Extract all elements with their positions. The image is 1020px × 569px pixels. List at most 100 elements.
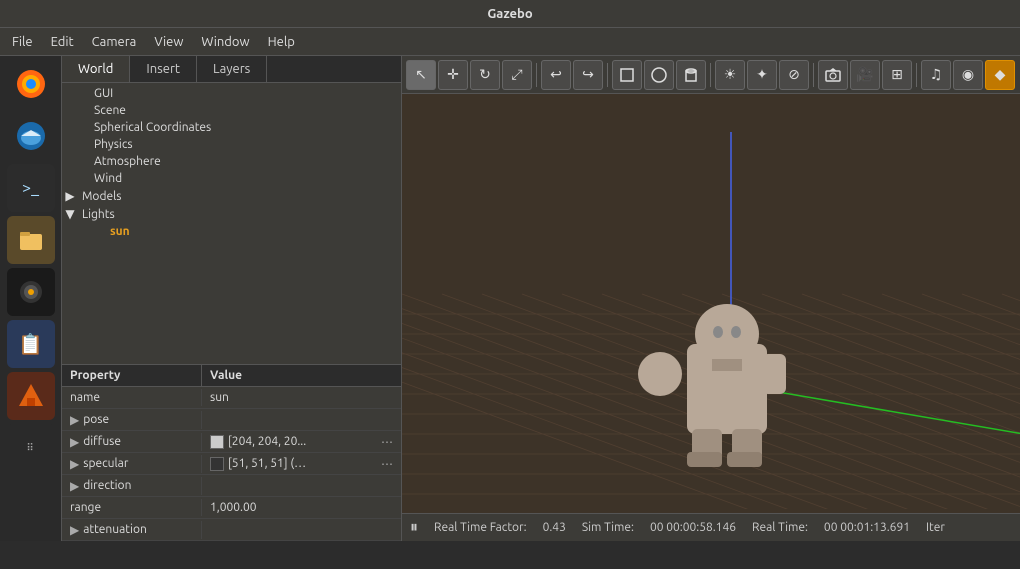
prop-arrow-direction: ▶ [70,479,79,493]
tool-translate[interactable]: ✛ [438,60,468,90]
tool-audio[interactable]: ♫ [921,60,951,90]
tree-item-atmosphere[interactable]: Atmosphere [62,153,401,170]
sidebar-icon-notes[interactable]: 📋 [7,320,55,368]
sidebar-icon-thunderbird[interactable] [7,112,55,160]
tab-layers[interactable]: Layers [197,56,267,82]
tool-spot-light[interactable]: ✦ [747,60,777,90]
tree-item-models[interactable]: ▶ Models [62,187,401,205]
sidebar-icon-firefox[interactable] [7,60,55,108]
specular-swatch [210,457,224,471]
tabs: World Insert Layers [62,56,401,83]
prop-row-direction[interactable]: ▶ direction [62,475,401,497]
tool-scale[interactable]: ⤢ [502,60,532,90]
main-area: >_ 📋 ⠿ [0,56,1020,541]
tool-cylinder[interactable] [676,60,706,90]
sep5 [916,63,917,87]
viewport-toolbar: ↖ ✛ ↻ ⤢ ↩ ↪ ☀ ✦ ⊘ 🎥 [402,56,1020,94]
menu-window[interactable]: Window [193,33,257,51]
prop-direction-label: direction [83,479,131,492]
sidebar-icon-audio[interactable] [7,268,55,316]
diffuse-expand-icon: ⋯ [381,435,393,449]
sidebar-icon-apps[interactable]: ⠿ [7,424,55,472]
tool-box[interactable] [612,60,642,90]
prop-value-name: sun [210,391,229,404]
menu-view[interactable]: View [146,33,191,51]
tree-arrow-models: ▶ [62,189,78,203]
tool-point-light[interactable]: ☀ [715,60,745,90]
real-time-value: 00 00:01:13.691 [824,521,910,534]
prop-diffuse-label: diffuse [83,435,121,448]
sidebar-icon-files[interactable] [7,216,55,264]
left-panel: World Insert Layers GUI Scene Spherical … [62,56,402,541]
tree-item-sun[interactable]: sun [62,223,401,240]
status-bar: ⏸ Real Time Factor: 0.43 Sim Time: 00 00… [402,513,1020,541]
prop-attenuation-label: attenuation [83,523,147,536]
menu-file[interactable]: File [4,33,41,51]
prop-arrow-specular: ▶ [70,457,79,471]
tree-item-lights[interactable]: ▼ Lights [62,205,401,223]
pause-button[interactable]: ⏸ [410,518,418,537]
tool-undo[interactable]: ↩ [541,60,571,90]
tool-grid[interactable]: ⊞ [882,60,912,90]
iter-label: Iter [926,521,945,534]
tab-insert[interactable]: Insert [130,56,197,82]
tool-camera2[interactable]: 🎥 [850,60,880,90]
sep3 [710,63,711,87]
tool-highlight[interactable]: ◆ [985,60,1015,90]
sidebar-icon-app6[interactable] [7,372,55,420]
world-tree: GUI Scene Spherical Coordinates Physics … [62,83,401,364]
prop-row-name[interactable]: name sun [62,387,401,409]
tool-redo[interactable]: ↪ [573,60,603,90]
properties-panel: Property Value name sun ▶ pose [62,364,401,541]
sim-time-value: 00 00:00:58.146 [650,521,736,534]
prop-row-attenuation[interactable]: ▶ attenuation [62,519,401,541]
sidebar-icon-terminal[interactable]: >_ [7,164,55,212]
tool-record[interactable]: ◉ [953,60,983,90]
prop-col-value: Value [202,365,401,386]
tool-select[interactable]: ↖ [406,60,436,90]
tree-item-spherical-coordinates[interactable]: Spherical Coordinates [62,119,401,136]
tree-item-physics[interactable]: Physics [62,136,401,153]
real-time-factor-label: Real Time Factor: [434,521,527,534]
tree-arrow-lights: ▼ [62,207,78,221]
prop-header: Property Value [62,365,401,387]
menu-help[interactable]: Help [260,33,303,51]
menu-camera[interactable]: Camera [84,33,145,51]
tree-item-gui[interactable]: GUI [62,85,401,102]
real-time-factor-value: 0.43 [543,521,566,534]
tree-item-wind[interactable]: Wind [62,170,401,187]
prop-specular-label: specular [83,457,128,470]
prop-specular-value: [51, 51, 51] (… [228,457,306,470]
sidebar-icons: >_ 📋 ⠿ [0,56,62,541]
sep4 [813,63,814,87]
menu-bar: File Edit Camera View Window Help [0,28,1020,56]
tool-sphere[interactable] [644,60,674,90]
tool-directional-light[interactable]: ⊘ [779,60,809,90]
prop-name-label: name [70,391,100,404]
specular-expand-icon: ⋯ [381,457,393,471]
prop-row-diffuse[interactable]: ▶ diffuse [204, 204, 20... ⋯ [62,431,401,453]
sep1 [536,63,537,87]
prop-arrow-attenuation: ▶ [70,523,79,537]
prop-range-value: 1,000.00 [210,501,257,514]
prop-row-pose[interactable]: ▶ pose [62,409,401,431]
3d-scene[interactable] [402,94,1020,509]
sim-time-label: Sim Time: [582,521,634,534]
diffuse-swatch [210,435,224,449]
sep2 [607,63,608,87]
title-bar: Gazebo [0,0,1020,28]
title-label: Gazebo [487,7,532,21]
prop-row-range[interactable]: range 1,000.00 [62,497,401,519]
prop-arrow-pose: ▶ [70,413,79,427]
tool-rotate[interactable]: ↻ [470,60,500,90]
prop-col-property: Property [62,365,202,386]
real-time-label: Real Time: [752,521,808,534]
tree-item-scene[interactable]: Scene [62,102,401,119]
tab-world[interactable]: World [62,56,130,82]
prop-pose-label: pose [83,413,109,426]
prop-arrow-diffuse: ▶ [70,435,79,449]
tool-camera1[interactable] [818,60,848,90]
viewport[interactable]: ↖ ✛ ↻ ⤢ ↩ ↪ ☀ ✦ ⊘ 🎥 [402,56,1020,541]
prop-row-specular[interactable]: ▶ specular [51, 51, 51] (… ⋯ [62,453,401,475]
menu-edit[interactable]: Edit [43,33,82,51]
